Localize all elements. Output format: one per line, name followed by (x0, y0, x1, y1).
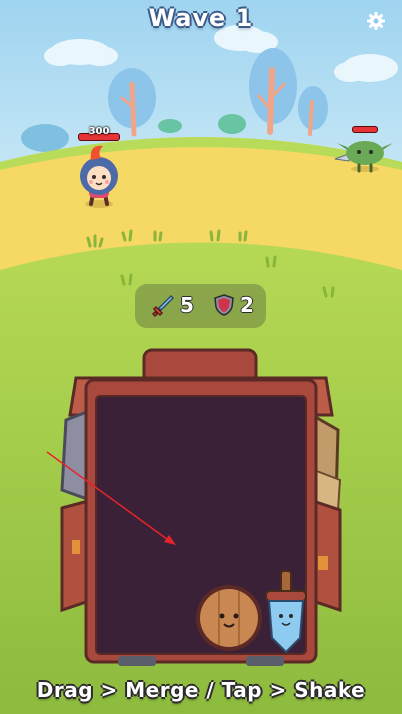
enemy-hp-bar (352, 126, 378, 133)
wave-title: Wave 1 (148, 4, 254, 32)
attack-value: 5 (180, 293, 194, 317)
gear-icon[interactable] (366, 11, 386, 31)
shield-icon (214, 294, 234, 316)
round-shield-item[interactable] (196, 585, 262, 651)
player-hp-value: 300 (88, 126, 110, 137)
sword-icon (151, 294, 175, 318)
stats-panel: 5 2 (135, 284, 266, 328)
game-scene (0, 0, 402, 714)
defense-value: 2 (240, 293, 254, 317)
controls-hint: Drag > Merge / Tap > Shake (36, 678, 366, 702)
